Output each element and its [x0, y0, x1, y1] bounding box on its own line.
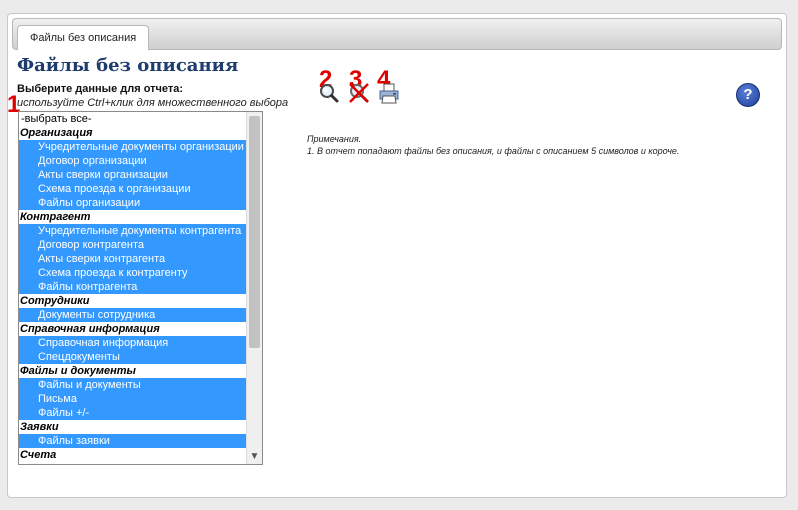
listbox-group-header: Справочная информация — [20, 323, 160, 335]
tab-bar: Файлы без описания — [12, 18, 782, 50]
notes-line: 1. В отчет попадают файлы без описания, … — [307, 146, 680, 156]
listbox-option[interactable]: Справочная информация — [19, 336, 246, 350]
listbox-rows: -выбрать все- Организация Учредительные до… — [19, 112, 246, 462]
help-button[interactable]: ? — [736, 83, 760, 107]
listbox-option[interactable]: Схема проезда к контрагенту — [19, 266, 246, 280]
search-button[interactable] — [318, 82, 340, 104]
listbox-option[interactable]: Учредительные документы контрагента — [19, 224, 246, 238]
select-hint: используйте Ctrl+клик для множественного… — [17, 97, 289, 109]
listbox-option[interactable]: Письма — [19, 392, 246, 406]
listbox-option[interactable]: Файлы и документы — [19, 378, 246, 392]
listbox-option[interactable]: Документы сотрудника — [19, 308, 246, 322]
listbox-option[interactable]: Договор организации — [19, 154, 246, 168]
listbox-group-header: Организация — [20, 127, 93, 139]
notes-title: Примечания. — [307, 134, 362, 144]
listbox-option[interactable]: -выбрать все- — [19, 112, 246, 126]
listbox-option[interactable]: Спецдокументы — [19, 350, 246, 364]
listbox-group-header: Сотрудники — [20, 295, 90, 307]
listbox-group-header: Заявки — [20, 421, 59, 433]
listbox-scrollbar[interactable]: ▼ — [246, 112, 262, 464]
clear-icon — [349, 83, 369, 103]
clear-button[interactable] — [348, 82, 370, 104]
report-data-listbox[interactable]: -выбрать все- Организация Учредительные до… — [18, 111, 263, 465]
scroll-down-arrow-icon[interactable]: ▼ — [247, 450, 262, 464]
listbox-group-header: Файлы и документы — [20, 365, 136, 377]
listbox-group-header: Контрагент — [20, 211, 91, 223]
listbox-option[interactable]: Договор контрагента — [19, 238, 246, 252]
listbox-option[interactable]: Файлы +/- — [19, 406, 246, 420]
listbox-option[interactable]: Схема проезда к организации — [19, 182, 246, 196]
listbox-option[interactable]: Файлы заявки — [19, 434, 246, 448]
search-icon — [320, 84, 339, 103]
listbox-option[interactable]: Акты сверки организации — [19, 168, 246, 182]
listbox-option[interactable]: Учредительные документы организации — [19, 140, 246, 154]
tab-files-without-description[interactable]: Файлы без описания — [17, 25, 150, 50]
select-label: Выберите данные для отчета: — [17, 83, 184, 95]
listbox-option[interactable]: Файлы контрагента — [19, 280, 246, 294]
print-icon — [379, 83, 399, 104]
print-button[interactable] — [378, 82, 400, 104]
listbox-option[interactable]: Файлы организации — [19, 196, 246, 210]
page-title: Файлы без описания — [17, 55, 239, 76]
listbox-option[interactable]: Акты сверки контрагента — [19, 252, 246, 266]
listbox-group-header: Счета — [20, 449, 57, 461]
scrollbar-thumb[interactable] — [249, 116, 260, 348]
